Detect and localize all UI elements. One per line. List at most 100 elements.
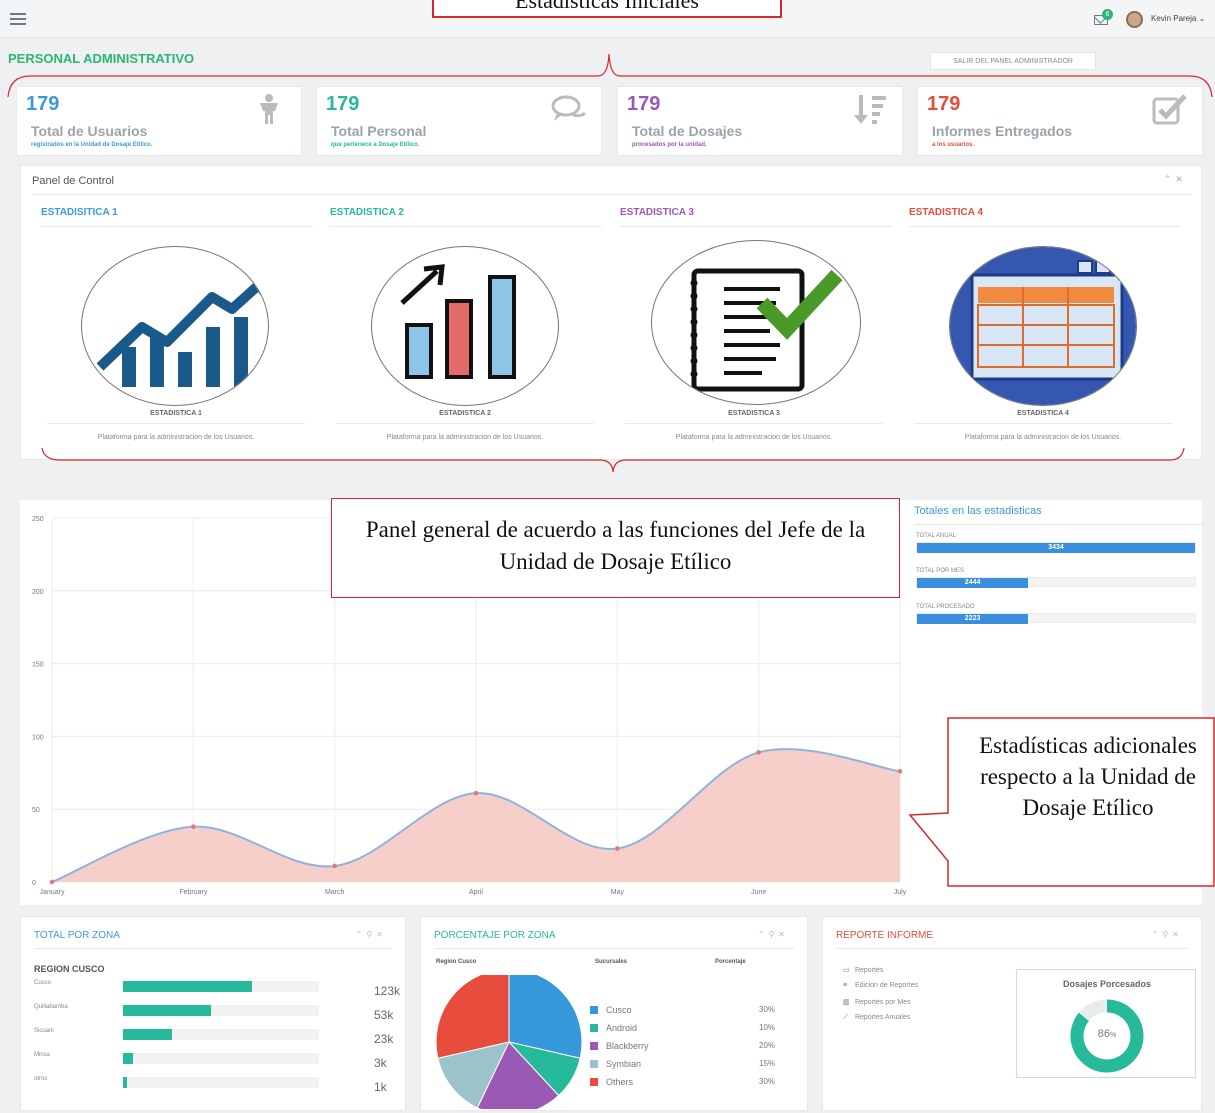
wrench-icon[interactable]: ⚲: [768, 930, 778, 939]
data-point[interactable]: [191, 824, 196, 829]
stat-caption: ESTADISTICA 1: [47, 410, 305, 424]
stat-caption: ESTADISTICA 2: [336, 410, 594, 424]
avatar[interactable]: [1126, 11, 1143, 28]
stat-label: Total Personal: [331, 123, 427, 139]
trend-chart-image[interactable]: [81, 246, 269, 406]
card-controls: ⌃⚲✕: [758, 930, 789, 939]
stat-card-personal: 179 Total Personal que pertenece a Dosaj…: [316, 86, 602, 156]
stat-label: Informes Entregados: [932, 123, 1073, 139]
data-point[interactable]: [49, 879, 55, 885]
stat-card-usuarios: 179 Total de Usuarios registrados en la …: [16, 86, 302, 156]
adicionales-text: Estadísticas adicionales respecto a la U…: [979, 733, 1197, 820]
sort-icon: [854, 95, 886, 124]
stat-sub: a los usuarios.: [932, 142, 975, 148]
x-tick-label: January: [40, 889, 65, 896]
wrench-icon[interactable]: ⚲: [366, 930, 376, 939]
link-label: Edicion de Reportes: [854, 982, 918, 989]
page-title: PERSONAL ADMINISTRATIVO: [8, 51, 195, 66]
panel-controls: ⌃✕: [1164, 174, 1187, 185]
legend-swatch: [590, 1006, 598, 1014]
donut-title: Dosajes Porcesados: [1062, 979, 1152, 989]
zona-row: Quillabamba 53k: [34, 1004, 414, 1024]
zona-name: otros: [34, 1076, 48, 1082]
total-label: TOTAL POR MES: [916, 568, 964, 574]
stat-column-title: ESTADISTICA 3: [620, 207, 892, 227]
legend-label: Android: [606, 1023, 638, 1033]
zona-region: REGION CUSCO: [34, 964, 105, 974]
total-label: TOTAL ANUAL: [916, 533, 956, 539]
donut-unit: %: [1110, 1032, 1117, 1039]
total-por-zona-card: TOTAL POR ZONA ⌃⚲✕ REGION CUSCO Cusco 123…: [20, 916, 406, 1111]
zona-row: Cusco 123k: [34, 980, 414, 1000]
total-bar: 2444: [917, 578, 1029, 588]
menu-icon[interactable]: [10, 13, 26, 25]
collapse-icon[interactable]: ⌃: [1164, 174, 1176, 184]
legend-label: Symbian: [606, 1059, 642, 1069]
panel-general-text: Panel general de acuerdo a las funciones…: [365, 517, 866, 574]
data-point[interactable]: [615, 846, 620, 851]
reportes-mes-link[interactable]: ▥ Reportes por Mes: [843, 998, 911, 1006]
close-icon[interactable]: ✕: [1175, 174, 1187, 184]
zona-value: 53k: [374, 1008, 394, 1022]
person-icon: [260, 94, 278, 124]
collapse-icon[interactable]: ⌃: [758, 930, 769, 939]
reportes-link[interactable]: ▭ Reportes: [843, 966, 883, 974]
stat-description: Plataforma para la administracion de los…: [386, 434, 544, 441]
legend-swatch: [590, 1024, 598, 1032]
y-tick-label: 50: [32, 807, 40, 814]
close-icon[interactable]: ✕: [778, 930, 789, 939]
adicionales-callout: Estadísticas adicionales respecto a la U…: [958, 730, 1215, 870]
stat-value: 179: [927, 93, 961, 115]
legend-swatch: [590, 1078, 598, 1086]
bar-chart-image[interactable]: [371, 246, 559, 406]
legend-label: Blackberry: [606, 1041, 649, 1051]
data-point[interactable]: [473, 790, 479, 796]
donut-label: 86%: [1067, 1028, 1147, 1040]
edicion-reportes-link[interactable]: ≡ Edicion de Reportes: [843, 982, 918, 989]
wrench-icon[interactable]: ⚲: [1162, 930, 1172, 939]
link-label: Reportes por Mes: [854, 999, 911, 1006]
zona-value: 123k: [374, 984, 401, 998]
chat-icon: [551, 95, 587, 121]
collapse-icon[interactable]: ⌃: [356, 930, 367, 939]
legend-percent: 30%: [759, 1077, 776, 1086]
data-point[interactable]: [332, 863, 337, 869]
control-panel: Panel de Control ⌃✕ ESTADISITICA 1 ESTAD…: [20, 165, 1202, 460]
data-point[interactable]: [756, 750, 761, 755]
zona-name: Cusco: [34, 980, 52, 986]
total-value: 2444: [964, 579, 981, 586]
zona-bar: [123, 1005, 212, 1016]
user-menu[interactable]: Kevin Pareja ⌄: [1151, 14, 1205, 23]
legend-percent: 20%: [759, 1041, 776, 1050]
close-icon[interactable]: ✕: [376, 930, 387, 939]
zona-name: Sicuani: [34, 1028, 54, 1034]
pie-chart: [435, 975, 583, 1109]
x-tick-label: June: [751, 889, 766, 896]
stat-value: 179: [627, 93, 661, 115]
close-icon[interactable]: ✕: [1172, 930, 1183, 939]
checklist-image[interactable]: [651, 240, 861, 405]
data-point[interactable]: [897, 769, 903, 774]
x-tick-label: July: [894, 889, 907, 896]
top-annotation-callout: Estadísticas Iniciales: [432, 0, 782, 18]
exit-admin-button[interactable]: SALIR DEL PANEL ADMINISTRADOR: [930, 52, 1096, 70]
legend-item: Android: [590, 1023, 637, 1033]
zona-bar: [123, 1029, 172, 1040]
collapse-icon[interactable]: ⌃: [1152, 930, 1163, 939]
link-label: Reportes: [854, 967, 884, 974]
zona-name: Minsa: [34, 1052, 51, 1058]
stat-description: Plataforma para la administracion de los…: [675, 434, 833, 441]
stat-sub: que pertenece a Dosaje Etílico.: [331, 142, 420, 148]
calendar-icon: ▭: [843, 967, 850, 974]
porcentaje-por-zona-card: PORCENTAJE POR ZONA ⌃⚲✕ Region Cusco Suc…: [420, 916, 808, 1111]
reportes-anuales-link[interactable]: ⟋ Reportes Anuales: [843, 1014, 910, 1022]
total-bar: 2223: [917, 614, 1029, 624]
bar-chart-icon: ▥: [843, 999, 850, 1006]
zona-bar: [123, 981, 253, 992]
top-annotation-text: Estadísticas Iniciales: [515, 0, 699, 13]
table-image[interactable]: [949, 246, 1137, 406]
donut-value: 86: [1097, 1028, 1110, 1040]
total-value: 2223: [964, 615, 981, 622]
total-row: TOTAL POR MES 2444: [916, 568, 1196, 588]
reporte-informe-card: REPORTE INFORME ⌃⚲✕ ▭ Reportes ≡ Edicion…: [822, 916, 1202, 1111]
